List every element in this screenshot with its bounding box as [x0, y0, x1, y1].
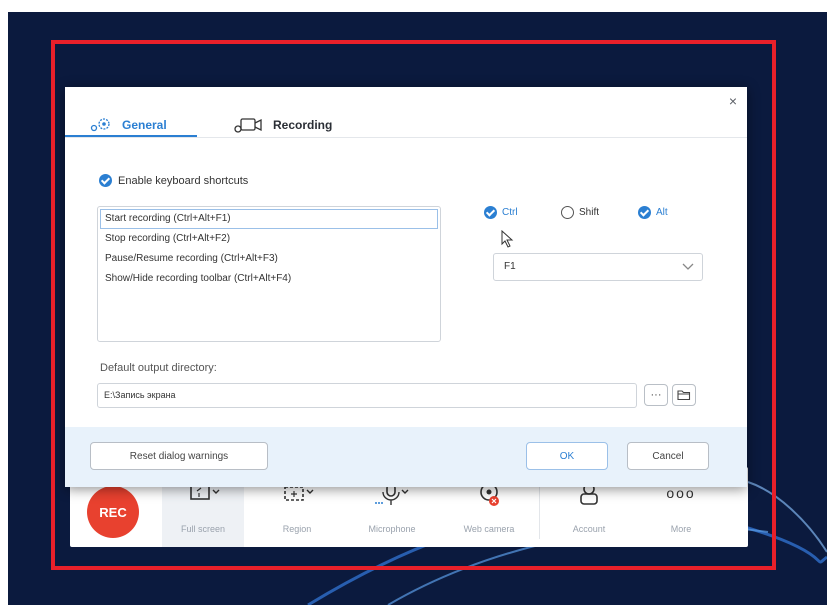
- video-camera-icon: [234, 118, 262, 133]
- shift-checkbox[interactable]: Shift: [561, 206, 599, 219]
- ctrl-checkbox[interactable]: Ctrl: [484, 206, 518, 219]
- tab-recording-label: Recording: [273, 118, 333, 132]
- mouse-pointer-icon: [501, 230, 514, 248]
- list-item[interactable]: Start recording (Ctrl+Alt+F1): [100, 209, 438, 229]
- checkbox-checked-icon: [99, 174, 112, 187]
- tab-divider: [65, 137, 747, 138]
- reset-warnings-button[interactable]: Reset dialog warnings: [90, 442, 268, 470]
- modifier-options: Ctrl Shift Alt: [484, 206, 724, 226]
- checkbox-empty-icon: [561, 206, 574, 219]
- desktop-background: REC Full screen Region Microphone Web ca…: [8, 12, 827, 605]
- toolbar-item-label: Account: [572, 524, 606, 534]
- open-folder-button[interactable]: [672, 384, 696, 406]
- toolbar-item-label: Microphone: [368, 524, 416, 534]
- rec-button[interactable]: REC: [87, 486, 139, 538]
- output-directory-label: Default output directory:: [100, 362, 217, 374]
- cancel-button[interactable]: Cancel: [627, 442, 709, 470]
- key-select-value: F1: [504, 261, 516, 272]
- active-tab-indicator: [65, 135, 197, 137]
- checkbox-checked-icon: [484, 206, 497, 219]
- folder-icon: [677, 390, 691, 401]
- list-item[interactable]: Stop recording (Ctrl+Alt+F2): [98, 229, 440, 249]
- ok-button[interactable]: OK: [526, 442, 608, 470]
- settings-dialog: × General Recording Enable keyboard shor…: [65, 87, 747, 487]
- shift-label: Shift: [579, 207, 600, 218]
- output-directory-field[interactable]: E:\Запись экрана: [97, 383, 637, 408]
- list-item[interactable]: Pause/Resume recording (Ctrl+Alt+F3): [98, 249, 440, 269]
- toolbar-item-label: Web camera: [463, 524, 515, 534]
- shortcut-list[interactable]: Start recording (Ctrl+Alt+F1) Stop recor…: [97, 206, 441, 342]
- toolbar-item-label: More: [670, 524, 692, 534]
- enable-shortcuts-checkbox[interactable]: Enable keyboard shortcuts: [99, 174, 248, 187]
- toolbar-item-label: Region: [282, 524, 312, 534]
- chevron-down-icon: [682, 263, 694, 270]
- output-directory-value: E:\Запись экрана: [104, 390, 176, 400]
- toolbar-item-label: Full screen: [180, 524, 225, 534]
- enable-shortcuts-label: Enable keyboard shortcuts: [118, 174, 249, 187]
- key-select[interactable]: F1: [493, 253, 703, 281]
- gear-icon: [90, 118, 110, 132]
- ellipsis-icon: ···: [650, 389, 662, 401]
- close-icon[interactable]: ×: [729, 93, 737, 109]
- tab-general-label: General: [122, 118, 167, 132]
- alt-label: Alt: [656, 207, 668, 218]
- alt-checkbox[interactable]: Alt: [638, 206, 668, 219]
- more-glyph: ooo: [666, 485, 696, 501]
- checkbox-checked-icon: [638, 206, 651, 219]
- more-icon: ooo: [640, 485, 722, 511]
- browse-button[interactable]: ···: [644, 384, 668, 406]
- list-item[interactable]: Show/Hide recording toolbar (Ctrl+Alt+F4…: [98, 269, 440, 289]
- ctrl-label: Ctrl: [502, 207, 518, 218]
- dialog-tabs: General Recording: [85, 109, 485, 145]
- dialog-footer: Reset dialog warnings OK Cancel: [65, 427, 747, 487]
